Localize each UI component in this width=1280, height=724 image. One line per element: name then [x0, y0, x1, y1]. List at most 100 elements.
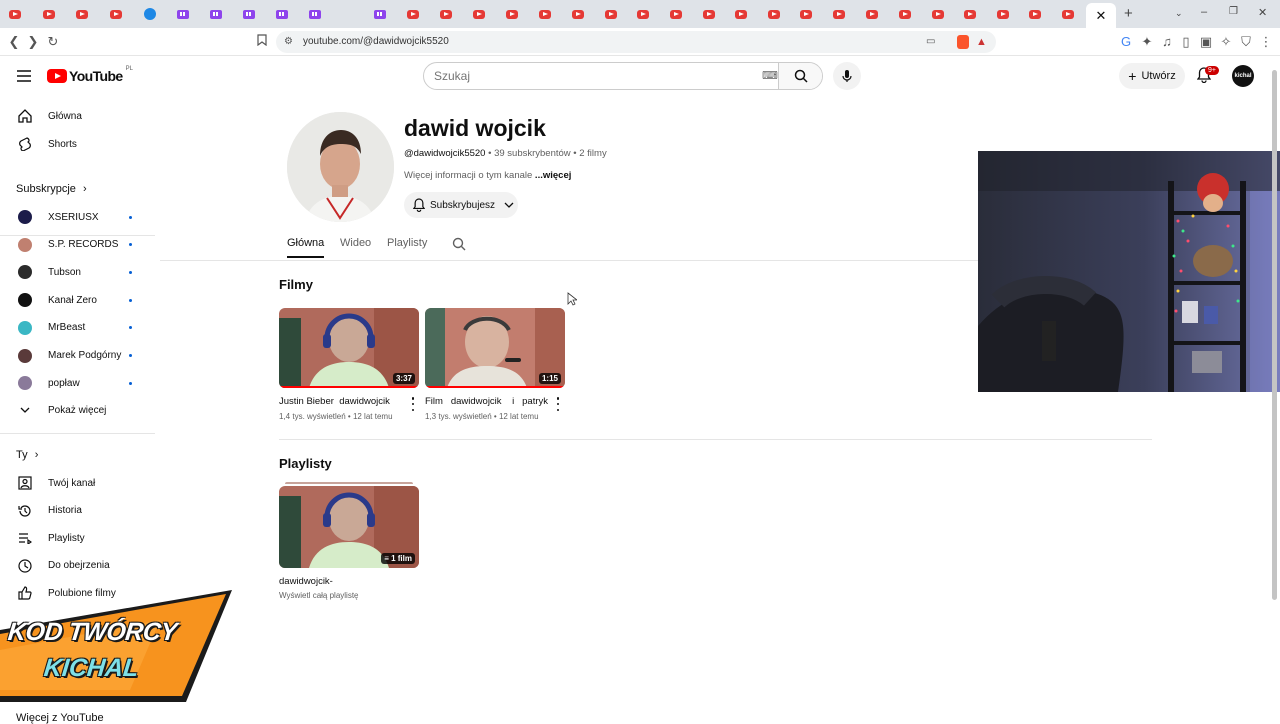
sidebar-item-home[interactable]: Główna	[0, 103, 155, 129]
sidebar-subscription[interactable]: popław	[0, 370, 155, 396]
search-input[interactable]	[434, 69, 734, 83]
video-menu-icon[interactable]	[409, 397, 417, 411]
address-bar[interactable]: ⚙ youtube.com/@dawidwojcik5520 ▭ ▲	[276, 31, 996, 53]
browser-tab[interactable]	[563, 4, 593, 24]
sidebar-item-shorts[interactable]: Shorts	[0, 131, 155, 157]
sidebar-subscription[interactable]: MrBeast	[0, 315, 155, 341]
sidebar-item-playlists[interactable]: Playlisty	[0, 525, 155, 551]
cast-icon[interactable]: ▭	[926, 31, 935, 53]
browser-tab[interactable]	[791, 4, 821, 24]
tab-playlists[interactable]: Playlisty	[387, 237, 427, 249]
browser-tab[interactable]	[300, 4, 330, 24]
keyboard-icon[interactable]: ⌨	[762, 69, 778, 82]
playlist-title[interactable]: dawidwojcik-	[279, 576, 409, 587]
browser-tab[interactable]	[628, 4, 658, 24]
menu-icon[interactable]: ⋮	[1258, 34, 1274, 50]
browser-tab[interactable]	[365, 4, 395, 24]
browser-tab[interactable]	[67, 4, 97, 24]
sidebar-item-history[interactable]: Historia	[0, 498, 155, 524]
vpn-icon[interactable]: ⛉	[1238, 34, 1254, 50]
sidebar-subscription[interactable]: Marek Podgórny	[0, 343, 155, 369]
hamburger-menu-icon[interactable]	[17, 69, 31, 87]
browser-tab[interactable]	[135, 4, 165, 24]
sidebar-item-watch-later[interactable]: Do obejrzenia	[0, 553, 155, 579]
channel-search-icon[interactable]	[452, 237, 466, 256]
browser-tab[interactable]	[857, 4, 887, 24]
browser-tab[interactable]	[0, 4, 30, 24]
tab-list-chevron-icon[interactable]: ⌄	[1175, 8, 1183, 19]
channel-description[interactable]: Więcej informacji o tym kanale ...więcej	[404, 170, 571, 181]
site-info-icon[interactable]: ⚙	[284, 31, 293, 53]
back-icon[interactable]: ❮	[6, 34, 22, 50]
video-thumbnail[interactable]: 1:15	[425, 308, 565, 388]
browser-tab[interactable]	[168, 4, 198, 24]
bookmark-icon[interactable]	[254, 34, 270, 50]
browser-tab[interactable]	[824, 4, 854, 24]
sidebar-subscription[interactable]: Tubson	[0, 259, 155, 285]
tab-home[interactable]: Główna	[287, 237, 324, 249]
browser-tab[interactable]	[596, 4, 626, 24]
account-avatar[interactable]: kichal	[1232, 65, 1254, 87]
browser-tab[interactable]	[267, 4, 297, 24]
close-tab-icon[interactable]: ✕	[1096, 8, 1107, 24]
show-more-button[interactable]: Pokaż więcej	[0, 397, 155, 423]
voice-search-button[interactable]	[833, 62, 861, 90]
browser-tab[interactable]	[988, 4, 1018, 24]
active-tab[interactable]: ✕	[1086, 3, 1116, 28]
browser-tab[interactable]	[759, 4, 789, 24]
new-tab-button[interactable]: +	[1124, 5, 1133, 22]
playlist-thumbnail[interactable]: ≡ 1 film	[279, 486, 419, 568]
browser-tab[interactable]	[234, 4, 264, 24]
description-more-link[interactable]: ...więcej	[532, 170, 571, 181]
translate-icon[interactable]: G	[1118, 34, 1134, 50]
browser-tab[interactable]	[398, 4, 428, 24]
browser-tab[interactable]	[694, 4, 724, 24]
browser-tab[interactable]	[530, 4, 560, 24]
media-icon[interactable]: ♫	[1159, 34, 1175, 50]
sidebar-subscription[interactable]: Kanał Zero	[0, 287, 155, 313]
sidebar-subscription[interactable]: XSERIUSX	[0, 204, 155, 230]
minimize-icon[interactable]: –	[1201, 6, 1207, 18]
create-button[interactable]: + Utwórz	[1119, 63, 1185, 89]
video-thumbnail[interactable]: 3:37	[279, 308, 419, 388]
youtube-logo[interactable]: YouTube PL	[47, 66, 133, 84]
video-title[interactable]: Film dawidwojcik i patryk	[425, 396, 555, 407]
browser-tab[interactable]	[201, 4, 231, 24]
browser-tab[interactable]	[955, 4, 985, 24]
browser-tab[interactable]	[497, 4, 527, 24]
browser-tab[interactable]	[1020, 4, 1050, 24]
wallet-icon[interactable]: ▣	[1198, 34, 1214, 50]
search-button[interactable]	[778, 63, 822, 89]
view-full-playlist-link[interactable]: Wyświetl całą playlistę	[279, 591, 359, 600]
browser-tab[interactable]	[923, 4, 953, 24]
browser-tab[interactable]	[101, 4, 131, 24]
subscribed-button[interactable]: Subskrybujesz	[404, 192, 518, 218]
video-menu-icon[interactable]	[554, 397, 562, 411]
forward-icon[interactable]: ❯	[25, 34, 41, 50]
tab-videos[interactable]: Wideo	[340, 237, 371, 249]
subscriptions-heading[interactable]: Subskrypcje ›	[16, 183, 87, 195]
reload-icon[interactable]: ↻	[45, 34, 61, 50]
extensions-icon[interactable]: ✦	[1139, 34, 1155, 50]
sidebar-item-label: Do obejrzenia	[48, 560, 110, 572]
browser-tab[interactable]	[1053, 4, 1083, 24]
video-title[interactable]: Justin Bieber dawidwojcik	[279, 396, 409, 407]
close-window-icon[interactable]: ✕	[1258, 6, 1267, 19]
search-box[interactable]: ⌨	[423, 62, 823, 90]
brave-rewards-icon[interactable]: ▲	[976, 31, 987, 53]
browser-tab[interactable]	[464, 4, 494, 24]
browser-tab[interactable]	[34, 4, 64, 24]
you-heading[interactable]: Ty ›	[16, 449, 38, 461]
sidebar-toggle-icon[interactable]: ▯	[1178, 34, 1194, 50]
browser-tab[interactable]	[431, 4, 461, 24]
maximize-icon[interactable]: ❐	[1229, 6, 1238, 17]
leo-ai-icon[interactable]: ✧	[1218, 34, 1234, 50]
sidebar-item-your-channel[interactable]: Twój kanał	[0, 470, 155, 496]
browser-tab[interactable]	[661, 4, 691, 24]
browser-tab[interactable]	[726, 4, 756, 24]
browser-tab[interactable]	[890, 4, 920, 24]
page-scrollbar[interactable]	[1272, 70, 1277, 600]
channel-avatar[interactable]	[287, 112, 394, 222]
brave-shield-icon[interactable]	[957, 35, 969, 49]
sidebar-subscription[interactable]: S.P. RECORDS	[0, 232, 155, 258]
